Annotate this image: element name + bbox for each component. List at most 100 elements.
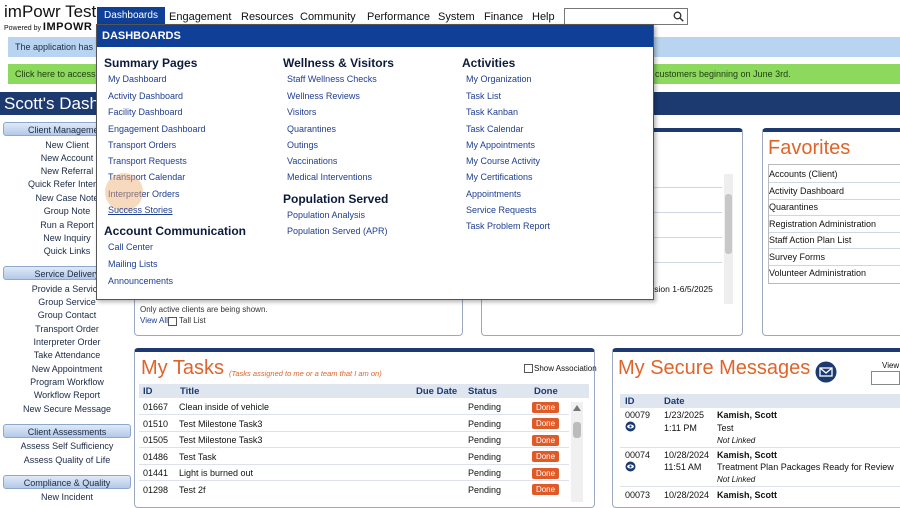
- message-from[interactable]: Kamish, Scott: [717, 450, 777, 460]
- task-id[interactable]: 01486: [143, 452, 168, 462]
- message-subject[interactable]: Treatment Plan Packages Ready for Review: [717, 462, 894, 472]
- search-input[interactable]: [564, 8, 688, 25]
- done-button[interactable]: Done: [532, 468, 559, 479]
- nav-performance[interactable]: Performance: [367, 9, 430, 25]
- sidebar-link-assess-self-sufficiency[interactable]: Assess Self Sufficiency: [3, 441, 131, 451]
- col-due-date[interactable]: Due Date: [416, 386, 457, 397]
- done-button[interactable]: Done: [532, 451, 559, 462]
- menu-item-transport-requests[interactable]: Transport Requests: [108, 156, 187, 166]
- task-title[interactable]: Test Milestone Task3: [179, 435, 262, 445]
- task-id[interactable]: 01505: [143, 435, 168, 445]
- sidebar-link-transport-order[interactable]: Transport Order: [3, 324, 131, 334]
- menu-item-engagement-dashboard[interactable]: Engagement Dashboard: [108, 124, 206, 134]
- menu-item-visitors[interactable]: Visitors: [287, 107, 316, 117]
- sidebar-link-assess-quality-of-life[interactable]: Assess Quality of Life: [3, 455, 131, 465]
- tasks-scrollbar[interactable]: [571, 402, 583, 502]
- menu-item-wellness-reviews[interactable]: Wellness Reviews: [287, 91, 360, 101]
- menu-item-task-calendar[interactable]: Task Calendar: [466, 124, 524, 134]
- favorite-link[interactable]: Accounts (Client): [769, 169, 838, 179]
- nav-dashboards[interactable]: Dashboards: [97, 7, 165, 25]
- task-title[interactable]: Clean inside of vehicle: [179, 402, 269, 412]
- menu-item-my-dashboard[interactable]: My Dashboard: [108, 74, 167, 84]
- message-id[interactable]: 00073: [625, 490, 650, 500]
- search-field[interactable]: [567, 10, 671, 25]
- sidebar-header-compliance[interactable]: Compliance & Quality: [3, 475, 131, 489]
- menu-item-mailing-lists[interactable]: Mailing Lists: [108, 259, 158, 269]
- sidebar-link-group-contact[interactable]: Group Contact: [3, 310, 131, 320]
- menu-item-my-certifications[interactable]: My Certifications: [466, 172, 533, 182]
- menu-item-appointments[interactable]: Appointments: [466, 189, 521, 199]
- envelope-icon[interactable]: [815, 361, 837, 383]
- tall-list-checkbox[interactable]: [168, 317, 177, 326]
- message-id[interactable]: 00074: [625, 450, 650, 460]
- menu-item-population-analysis[interactable]: Population Analysis: [287, 210, 365, 220]
- message-subject[interactable]: Test: [717, 423, 734, 433]
- sidebar-link-program-workflow[interactable]: Program Workflow: [3, 377, 131, 387]
- task-title[interactable]: Test Milestone Task3: [179, 419, 262, 429]
- message-id[interactable]: 00079: [625, 410, 650, 420]
- eye-icon[interactable]: [625, 421, 636, 432]
- nav-finance[interactable]: Finance: [484, 9, 523, 25]
- menu-item-my-appointments[interactable]: My Appointments: [466, 140, 535, 150]
- menu-item-facility-dashboard[interactable]: Facility Dashboard: [108, 107, 183, 117]
- task-id[interactable]: 01441: [143, 468, 168, 478]
- nav-engagement[interactable]: Engagement: [169, 9, 231, 25]
- nav-help[interactable]: Help: [532, 9, 555, 25]
- menu-item-vaccinations[interactable]: Vaccinations: [287, 156, 337, 166]
- menu-item-quarantines[interactable]: Quarantines: [287, 124, 336, 134]
- search-icon[interactable]: [673, 11, 684, 22]
- menu-item-service-requests[interactable]: Service Requests: [466, 205, 537, 215]
- scroll-up-icon[interactable]: [572, 404, 582, 412]
- message-from[interactable]: Kamish, Scott: [717, 490, 777, 500]
- task-id[interactable]: 01667: [143, 402, 168, 412]
- app-logo[interactable]: imPowr Test: [4, 2, 96, 22]
- sidebar-link-new-appointment[interactable]: New Appointment: [3, 364, 131, 374]
- sidebar-header-client-assessments[interactable]: Client Assessments: [3, 424, 131, 438]
- view-select[interactable]: [871, 371, 900, 385]
- col-id[interactable]: ID: [143, 386, 153, 397]
- menu-item-population-served-apr[interactable]: Population Served (APR): [287, 226, 388, 236]
- favorite-link[interactable]: Staff Action Plan List: [769, 235, 851, 245]
- done-button[interactable]: Done: [532, 435, 559, 446]
- eye-icon[interactable]: [625, 461, 636, 472]
- nav-resources[interactable]: Resources: [241, 9, 294, 25]
- view-all-link[interactable]: View All: [140, 316, 168, 325]
- menu-item-my-course-activity[interactable]: My Course Activity: [466, 156, 540, 166]
- done-button[interactable]: Done: [532, 418, 559, 429]
- menu-item-task-kanban[interactable]: Task Kanban: [466, 107, 518, 117]
- show-association-checkbox[interactable]: [524, 364, 533, 373]
- col-msg-id[interactable]: ID: [625, 396, 635, 407]
- nav-community[interactable]: Community: [300, 9, 356, 25]
- sidebar-link-new-incident[interactable]: New Incident: [3, 492, 131, 502]
- middle-panel-scrollbar[interactable]: [724, 174, 733, 304]
- task-title[interactable]: Test 2f: [179, 485, 206, 495]
- sidebar-link-workflow-report[interactable]: Workflow Report: [3, 390, 131, 400]
- menu-item-success-stories[interactable]: Success Stories: [108, 205, 173, 215]
- sidebar-link-new-secure-message[interactable]: New Secure Message: [3, 404, 131, 414]
- menu-item-my-organization[interactable]: My Organization: [466, 74, 532, 84]
- sidebar-link-interpreter-order[interactable]: Interpreter Order: [3, 337, 131, 347]
- done-button[interactable]: Done: [532, 402, 559, 413]
- favorite-link[interactable]: Activity Dashboard: [769, 186, 844, 196]
- sidebar-link-take-attendance[interactable]: Take Attendance: [3, 350, 131, 360]
- middle-panel-scroll-thumb[interactable]: [725, 194, 732, 254]
- col-msg-date[interactable]: Date: [664, 396, 685, 407]
- task-id[interactable]: 01298: [143, 485, 168, 495]
- task-title[interactable]: Test Task: [179, 452, 216, 462]
- menu-item-medical-interventions[interactable]: Medical Interventions: [287, 172, 372, 182]
- task-id[interactable]: 01510: [143, 419, 168, 429]
- favorite-link[interactable]: Survey Forms: [769, 252, 825, 262]
- done-button[interactable]: Done: [532, 484, 559, 495]
- favorite-link[interactable]: Registration Administration: [769, 219, 876, 229]
- menu-item-activity-dashboard[interactable]: Activity Dashboard: [108, 91, 183, 101]
- message-from[interactable]: Kamish, Scott: [717, 410, 777, 420]
- menu-item-transport-orders[interactable]: Transport Orders: [108, 140, 176, 150]
- tasks-scroll-thumb[interactable]: [573, 422, 581, 438]
- nav-system[interactable]: System: [438, 9, 475, 25]
- menu-item-call-center[interactable]: Call Center: [108, 242, 153, 252]
- col-status[interactable]: Status: [468, 386, 497, 397]
- menu-item-outings[interactable]: Outings: [287, 140, 318, 150]
- menu-item-task-list[interactable]: Task List: [466, 91, 501, 101]
- col-done[interactable]: Done: [534, 386, 558, 397]
- favorite-link[interactable]: Volunteer Administration: [769, 268, 866, 278]
